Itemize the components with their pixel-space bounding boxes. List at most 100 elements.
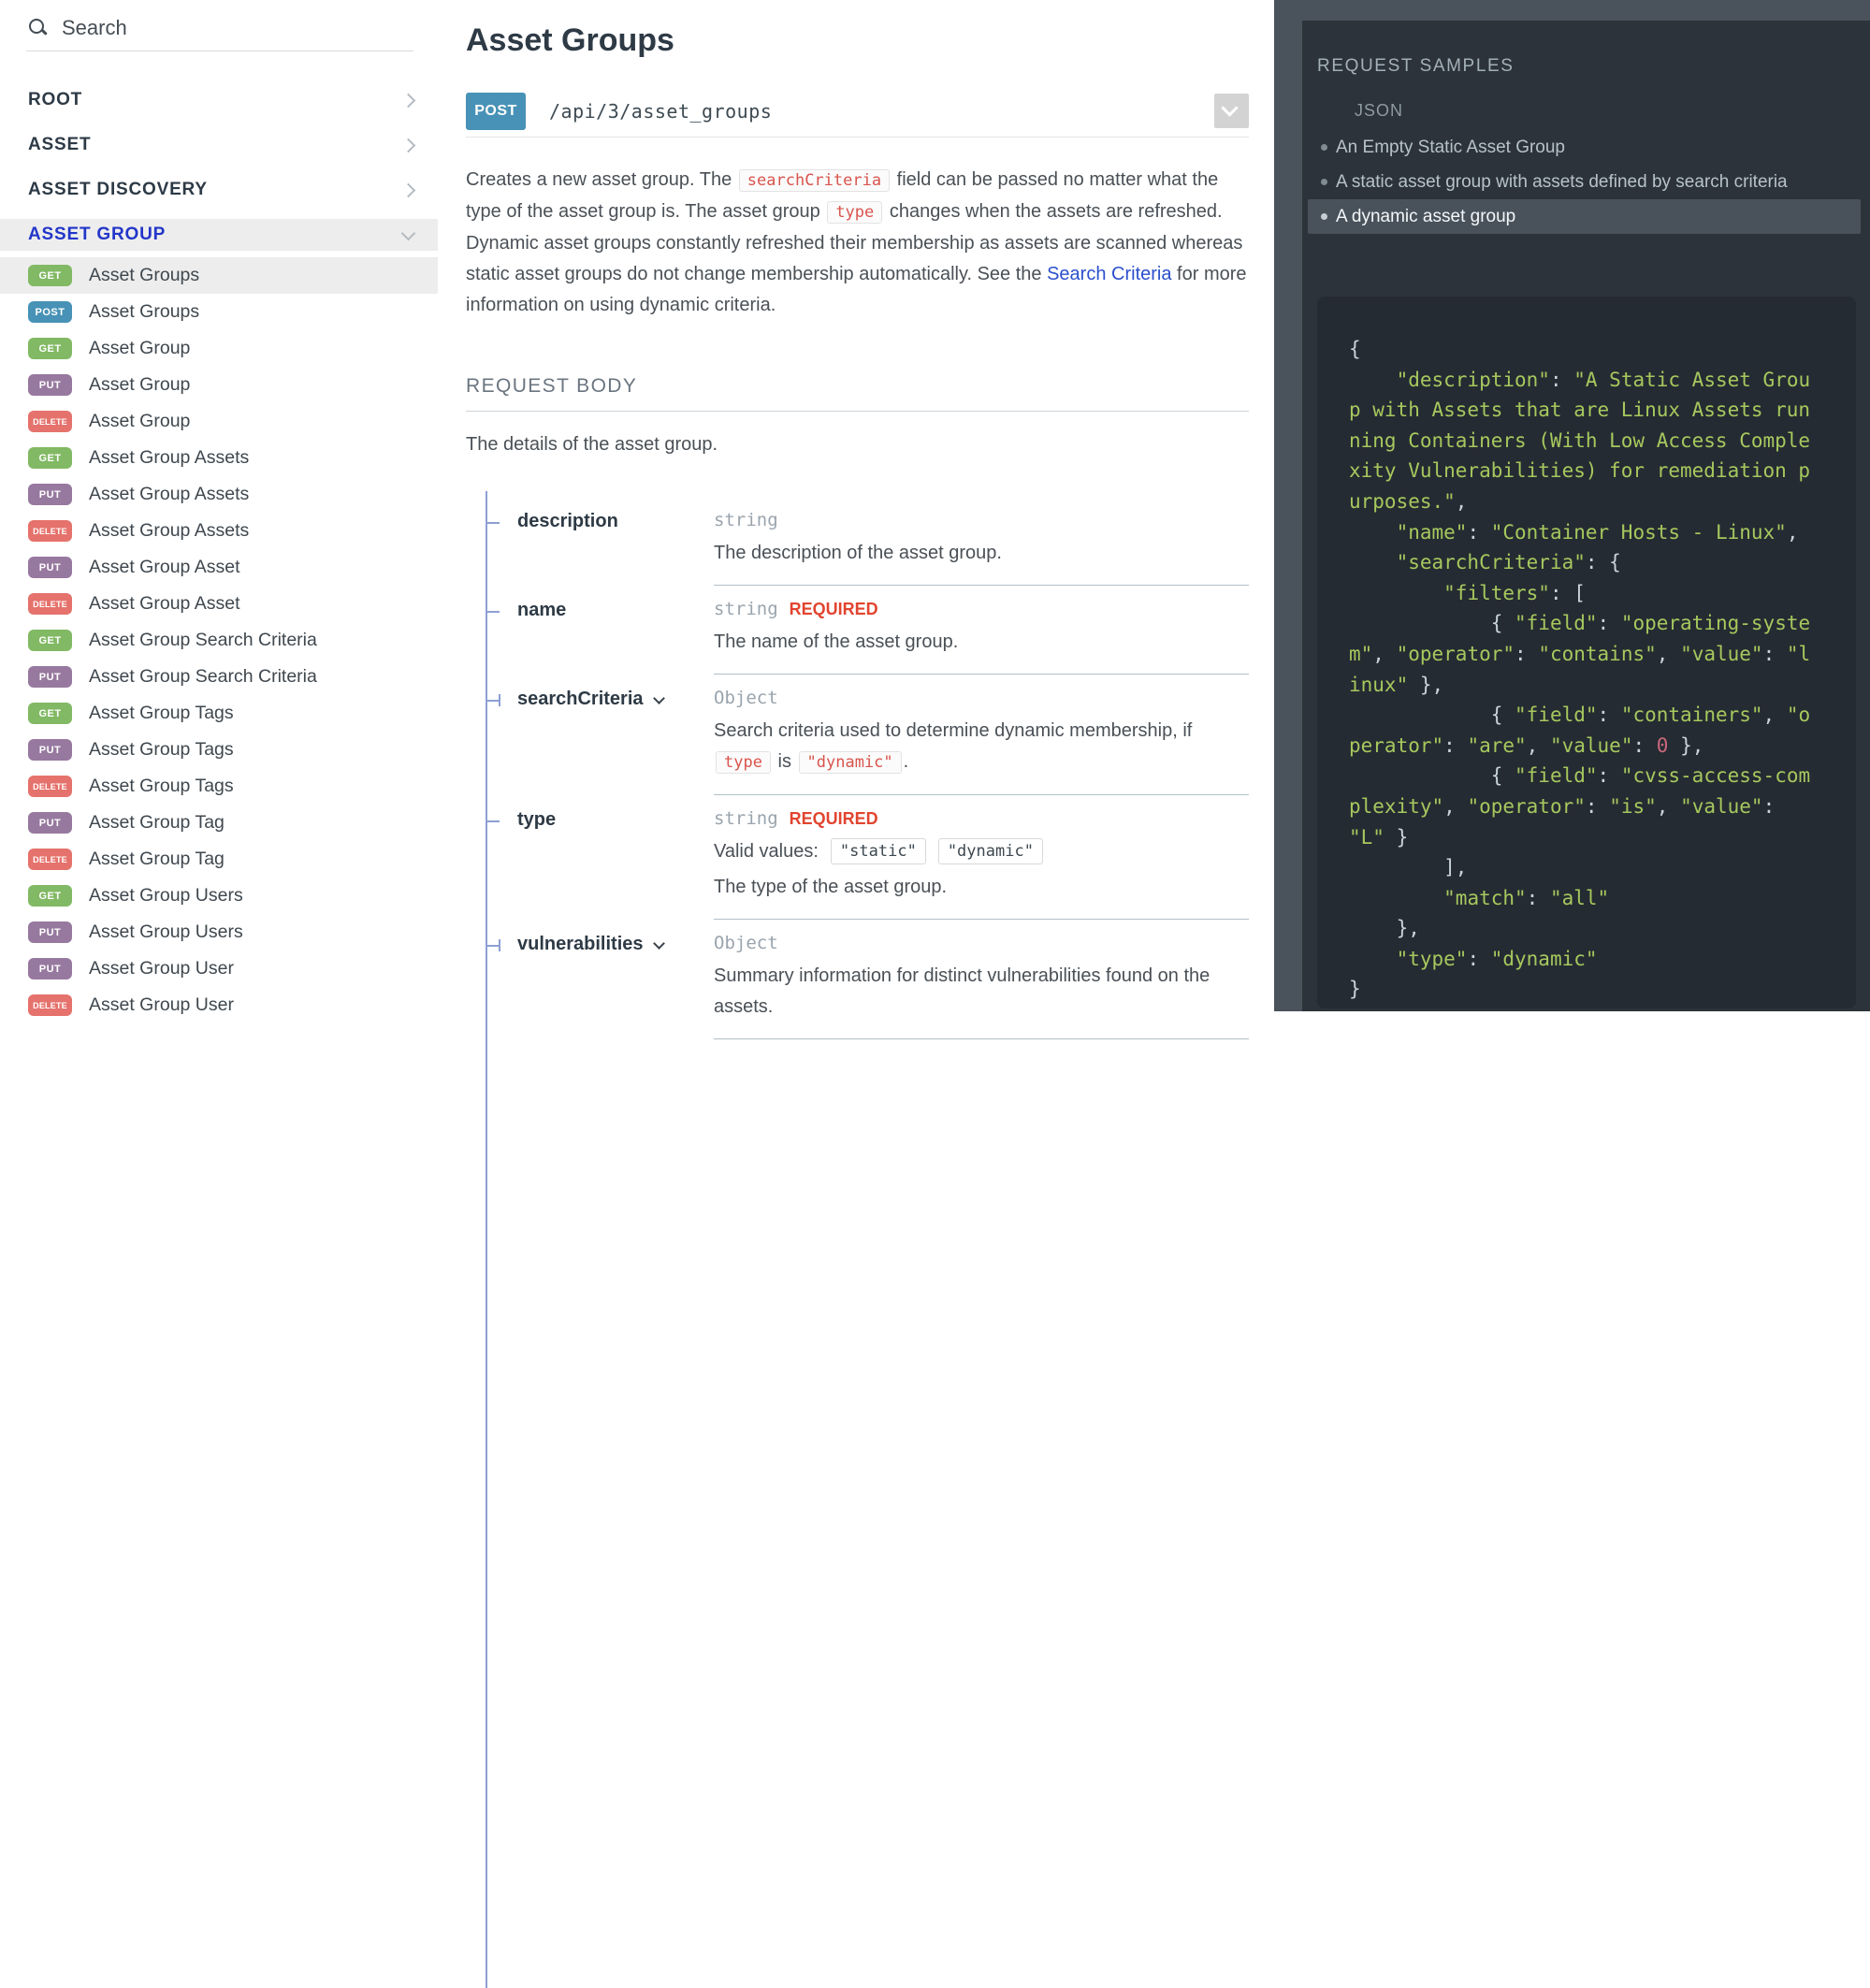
inline-code: type (716, 751, 771, 774)
field-description: Summary information for distinct vulnera… (714, 961, 1249, 1023)
endpoint-item-label: Asset Group (89, 338, 190, 359)
field-type: string (714, 599, 778, 619)
sidebar: ROOTASSETASSET DISCOVERYASSET GROUP GETA… (0, 0, 438, 1011)
endpoint-item-label: Asset Group Tag (89, 812, 225, 834)
chevron-down-icon (1221, 99, 1238, 116)
method-badge-put: PUT (28, 921, 72, 943)
method-badge-delete: DELETE (28, 411, 72, 432)
endpoint-item-label: Asset Group Users (89, 921, 243, 943)
field-name: description (517, 510, 714, 586)
endpoint-bar: POST /api/3/asset_groups (466, 93, 1249, 130)
sidebar-section-root[interactable]: ROOT (0, 78, 438, 123)
method-badge-delete: DELETE (28, 593, 72, 615)
required-badge: REQUIRED (790, 600, 878, 619)
endpoint-path: /api/3/asset_groups (549, 100, 772, 123)
method-badge-put: PUT (28, 666, 72, 688)
request-samples-panel: REQUEST SAMPLES JSON An Empty Static Ass… (1274, 0, 1870, 1011)
field-description: The name of the asset group. (714, 627, 1249, 658)
endpoint-item-label: Asset Group Assets (89, 520, 249, 542)
field-name-label: searchCriteria (517, 689, 644, 710)
method-badge-post: POST (28, 301, 72, 323)
endpoint-item-label: Asset Group Asset (89, 557, 240, 578)
sidebar-item-put-asset-group[interactable]: PUT Asset Group (0, 367, 438, 403)
sidebar-section-asset-group[interactable]: ASSET GROUP (0, 219, 438, 251)
field-name-label: description (517, 511, 618, 532)
sidebar-sections: ROOT ASSET ASSET DISCOVERY ASSET GROUP (0, 78, 438, 251)
chevron-down-icon[interactable] (653, 937, 665, 950)
request-body-intro: The details of the asset group. (466, 434, 1249, 456)
sidebar-item-delete-asset-group-user[interactable]: DELETEAsset Group User (0, 987, 438, 1023)
search-criteria-link[interactable]: Search Criteria (1047, 264, 1171, 284)
endpoint-item-label: Asset Group Tags (89, 703, 234, 724)
field-body: ObjectSummary information for distinct v… (714, 933, 1249, 1039)
sidebar-item-get-asset-groups[interactable]: GETAsset Groups (0, 257, 438, 294)
field-name[interactable]: searchCriteria (517, 688, 714, 795)
endpoint-item-label: Asset Group Assets (89, 447, 249, 469)
endpoint-item-label: Asset Group (89, 411, 190, 432)
method-badge-put: PUT (28, 557, 72, 578)
request-samples-heading: REQUEST SAMPLES (1317, 56, 1870, 77)
endpoint-divider (466, 137, 1249, 138)
method-badge-get: GET (28, 630, 72, 651)
sidebar-item-get-asset-group-assets[interactable]: GET Asset Group Assets (0, 440, 438, 476)
field-type: string (714, 510, 778, 530)
sidebar-item-delete-asset-group-assets[interactable]: DELETEAsset Group Assets (0, 513, 438, 549)
sidebar-item-get-asset-group[interactable]: GET Asset Group (0, 330, 438, 367)
method-badge-get: GET (28, 703, 72, 724)
sample-item-an-empty-static-asset-group[interactable]: An Empty Static Asset Group (1308, 130, 1861, 165)
method-badge-delete: DELETE (28, 849, 72, 870)
code-sample: { "description": "A Static Asset Grou p … (1349, 334, 1847, 1005)
method-badge-put: PUT (28, 374, 72, 396)
field-name[interactable]: vulnerabilities (517, 933, 714, 1039)
search-row[interactable] (0, 0, 438, 41)
sidebar-item-put-asset-group-assets[interactable]: PUTAsset Group Assets (0, 476, 438, 513)
endpoint-description: Creates a new asset group. The searchCri… (466, 165, 1249, 321)
section-label: ASSET (28, 135, 91, 155)
search-icon (28, 18, 49, 38)
endpoint-item-label: Asset Group Asset (89, 593, 240, 615)
sidebar-item-get-asset-group-users[interactable]: GETAsset Group Users (0, 878, 438, 914)
field-body: ObjectSearch criteria used to determine … (714, 688, 1249, 795)
method-badge-get: GET (28, 338, 72, 359)
samples-language-label[interactable]: JSON (1355, 101, 1870, 121)
sidebar-item-put-asset-group-tag[interactable]: PUTAsset Group Tag (0, 805, 438, 841)
search-input[interactable] (62, 16, 370, 40)
endpoint-item-label: Asset Group Search Criteria (89, 666, 317, 688)
endpoint-item-label: Asset Groups (89, 265, 199, 286)
sidebar-item-put-asset-group-user[interactable]: PUTAsset Group User (0, 950, 438, 987)
endpoint-item-label: Asset Group Tag (89, 849, 225, 870)
field-type-line: Object (714, 688, 1249, 708)
section-label: ASSET GROUP (28, 225, 166, 245)
sidebar-item-post-asset-groups[interactable]: POSTAsset Groups (0, 294, 438, 330)
endpoint-item-label: Asset Group Tags (89, 776, 234, 797)
sidebar-item-put-asset-group-users[interactable]: PUT Asset Group Users (0, 914, 438, 950)
method-badge-get: GET (28, 447, 72, 469)
field-type-line: stringREQUIRED (714, 808, 1249, 829)
request-body-fields: descriptionstringThe description of the … (486, 497, 1249, 1039)
chevron-down-icon[interactable] (653, 692, 665, 704)
sidebar-item-delete-asset-group-tags[interactable]: DELETEAsset Group Tags (0, 768, 438, 805)
endpoint-item-label: Asset Group Search Criteria (89, 630, 317, 651)
sidebar-section-asset-discovery[interactable]: ASSET DISCOVERY (0, 167, 438, 212)
endpoint-expand-button[interactable] (1214, 94, 1249, 128)
sidebar-item-delete-asset-group[interactable]: DELETE Asset Group (0, 403, 438, 440)
sidebar-item-get-asset-group-tags[interactable]: GET Asset Group Tags (0, 695, 438, 732)
sidebar-item-get-asset-group-search-criteria[interactable]: GET Asset Group Search Criteria (0, 622, 438, 659)
field-description: The type of the asset group. (714, 872, 1249, 903)
field-row-name: namestringREQUIREDThe name of the asset … (517, 586, 1249, 675)
sample-item-a-dynamic-asset-group[interactable]: A dynamic asset group (1308, 199, 1861, 234)
sidebar-section-asset[interactable]: ASSET (0, 123, 438, 167)
sidebar-item-put-asset-group-asset[interactable]: PUT Asset Group Asset (0, 549, 438, 586)
sample-item-a-static-asset-group-with-assets-defined-by-search-criteria[interactable]: A static asset group with assets defined… (1308, 165, 1861, 199)
sidebar-item-delete-asset-group-asset[interactable]: DELETE Asset Group Asset (0, 586, 438, 622)
main-content: Asset Groups POST /api/3/asset_groups Cr… (438, 0, 1274, 1011)
method-badge-delete: DELETE (28, 994, 72, 1016)
sidebar-endpoint-list: GETAsset GroupsPOSTAsset GroupsGETAsset … (0, 257, 438, 1023)
endpoint-item-label: Asset Group (89, 374, 190, 396)
code-sample-block: { "description": "A Static Asset Grou p … (1317, 297, 1856, 1009)
sidebar-item-put-asset-group-search-criteria[interactable]: PUT Asset Group Search Criteria (0, 659, 438, 695)
sidebar-item-delete-asset-group-tag[interactable]: DELETE Asset Group Tag (0, 841, 438, 878)
field-name-label: vulnerabilities (517, 934, 644, 955)
sidebar-item-put-asset-group-tags[interactable]: PUTAsset Group Tags (0, 732, 438, 768)
chevron-right-icon (401, 138, 416, 152)
